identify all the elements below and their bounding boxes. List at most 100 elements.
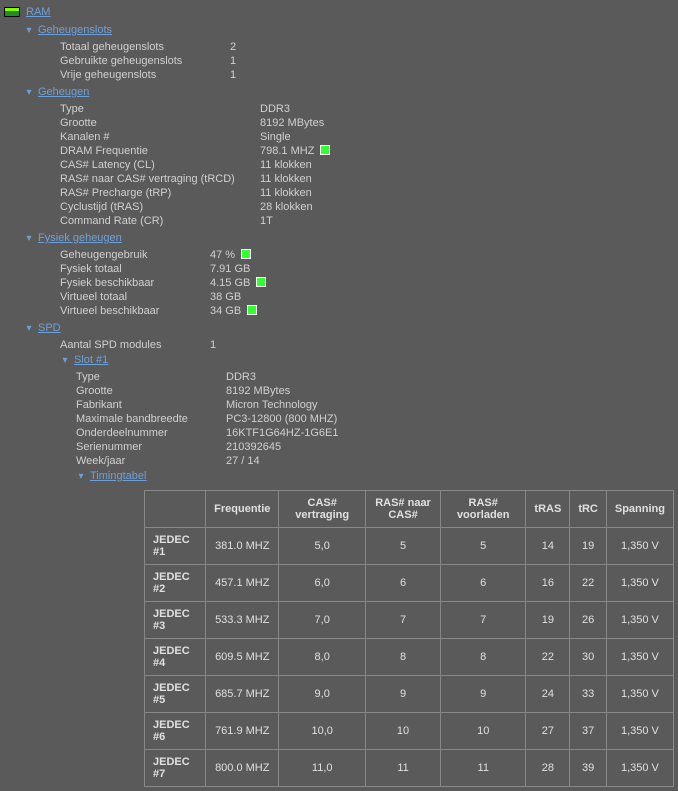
status-indicator-icon: [256, 277, 266, 287]
timing-header-cell: Frequentie: [206, 491, 279, 528]
info-label: Fysiek totaal: [60, 263, 210, 275]
info-row: Virtueel beschikbaar34 GB: [60, 304, 674, 318]
timing-cell: 1,350 V: [606, 713, 673, 750]
timing-cell: 7,0: [279, 602, 366, 639]
section-title-spd: SPD: [38, 322, 61, 334]
timing-cell: 609.5 MHZ: [206, 639, 279, 676]
info-value: 8192 MBytes: [260, 117, 324, 129]
timing-cell: 27: [526, 713, 570, 750]
info-label: Geheugengebruik: [60, 249, 210, 261]
info-label: Gebruikte geheugenslots: [60, 55, 230, 67]
status-indicator-icon: [247, 305, 257, 315]
timing-header-cell: tRAS: [526, 491, 570, 528]
info-value: 798.1 MHZ: [260, 145, 314, 157]
info-label: RAS# Precharge (tRP): [60, 187, 260, 199]
timing-cell: 761.9 MHZ: [206, 713, 279, 750]
info-row: Serienummer210392645: [76, 440, 674, 454]
timing-cell: 5: [366, 528, 441, 565]
timing-cell: 33: [570, 676, 607, 713]
info-label: Onderdeelnummer: [76, 427, 226, 439]
section-title-geheugen: Geheugen: [38, 86, 89, 98]
info-label: Totaal geheugenslots: [60, 41, 230, 53]
collapse-arrow-icon: ▾: [24, 87, 34, 98]
info-row: CAS# Latency (CL)11 klokken: [60, 158, 674, 172]
section-spd[interactable]: ▾ SPD: [24, 320, 674, 336]
info-value: PC3-12800 (800 MHZ): [226, 413, 337, 425]
table-row: JEDEC #1381.0 MHZ5,05514191,350 V: [145, 528, 674, 565]
info-row: Fysiek totaal7.91 GB: [60, 262, 674, 276]
info-row: Onderdeelnummer16KTF1G64HZ-1G6E1: [76, 426, 674, 440]
timing-cell: 1,350 V: [606, 528, 673, 565]
info-row: Fysiek beschikbaar4.15 GB: [60, 276, 674, 290]
info-value: DDR3: [260, 103, 290, 115]
collapse-arrow-icon: ▾: [60, 355, 70, 366]
info-value: 2: [230, 41, 236, 53]
info-row: Kanalen #Single: [60, 130, 674, 144]
timing-cell: 9,0: [279, 676, 366, 713]
section-slot1[interactable]: ▾ Slot #1: [60, 352, 674, 368]
status-indicator-icon: [241, 249, 251, 259]
timing-cell: 14: [526, 528, 570, 565]
timing-cell: 11: [441, 750, 526, 787]
timing-cell: 10: [366, 713, 441, 750]
info-value: 1: [230, 55, 236, 67]
info-row: Gebruikte geheugenslots1: [60, 54, 674, 68]
info-value: 28 klokken: [260, 201, 313, 213]
info-value: Micron Technology: [226, 399, 318, 411]
info-value: 1T: [260, 215, 273, 227]
timing-cell: 19: [570, 528, 607, 565]
info-label: Virtueel beschikbaar: [60, 305, 210, 317]
table-row: JEDEC #5685.7 MHZ9,09924331,350 V: [145, 676, 674, 713]
timing-cell: 19: [526, 602, 570, 639]
info-row: Vrije geheugenslots1: [60, 68, 674, 82]
timing-cell: 1,350 V: [606, 565, 673, 602]
timing-row-label: JEDEC #5: [145, 676, 206, 713]
timing-cell: 6: [441, 565, 526, 602]
section-geheugen[interactable]: ▾ Geheugen: [24, 84, 674, 100]
info-value: 210392645: [226, 441, 281, 453]
section-title-fysiek: Fysiek geheugen: [38, 232, 122, 244]
timing-cell: 6,0: [279, 565, 366, 602]
section-timingtabel[interactable]: ▾ Timingtabel: [76, 468, 674, 484]
timing-cell: 1,350 V: [606, 750, 673, 787]
table-row: JEDEC #6761.9 MHZ10,0101027371,350 V: [145, 713, 674, 750]
ram-icon: [4, 7, 20, 17]
info-value: 34 GB: [210, 305, 241, 317]
timing-header-cell: RAS# voorladen: [441, 491, 526, 528]
info-row: TypeDDR3: [76, 370, 674, 384]
info-label: DRAM Frequentie: [60, 145, 260, 157]
info-label: Type: [76, 371, 226, 383]
timing-cell: 16: [526, 565, 570, 602]
info-value: 4.15 GB: [210, 277, 250, 289]
section-title-timingtabel: Timingtabel: [90, 470, 146, 482]
section-geheugenslots[interactable]: ▾ Geheugenslots: [24, 22, 674, 38]
timing-row-label: JEDEC #6: [145, 713, 206, 750]
timing-cell: 24: [526, 676, 570, 713]
table-row: JEDEC #2457.1 MHZ6,06616221,350 V: [145, 565, 674, 602]
section-fysiek[interactable]: ▾ Fysiek geheugen: [24, 230, 674, 246]
status-indicator-icon: [320, 145, 330, 155]
table-row: JEDEC #7800.0 MHZ11,0111128391,350 V: [145, 750, 674, 787]
timing-row-label: JEDEC #4: [145, 639, 206, 676]
info-value: 16KTF1G64HZ-1G6E1: [226, 427, 339, 439]
info-label: Kanalen #: [60, 131, 260, 143]
collapse-arrow-icon: ▾: [24, 233, 34, 244]
info-row: Grootte8192 MBytes: [76, 384, 674, 398]
info-row: FabrikantMicron Technology: [76, 398, 674, 412]
info-label: Virtueel totaal: [60, 291, 210, 303]
timing-header-cell: tRC: [570, 491, 607, 528]
info-value: 8192 MBytes: [226, 385, 290, 397]
info-value: 11 klokken: [260, 173, 312, 185]
info-value: 11 klokken: [260, 187, 312, 199]
timing-cell: 8: [366, 639, 441, 676]
timing-cell: 8,0: [279, 639, 366, 676]
ram-title[interactable]: RAM: [26, 6, 50, 18]
timing-table: FrequentieCAS# vertragingRAS# naar CAS#R…: [144, 490, 674, 787]
timing-cell: 457.1 MHZ: [206, 565, 279, 602]
timing-cell: 5,0: [279, 528, 366, 565]
info-value: 1: [230, 69, 236, 81]
timing-row-label: JEDEC #2: [145, 565, 206, 602]
info-row: Cyclustijd (tRAS)28 klokken: [60, 200, 674, 214]
info-label: CAS# Latency (CL): [60, 159, 260, 171]
timing-cell: 800.0 MHZ: [206, 750, 279, 787]
